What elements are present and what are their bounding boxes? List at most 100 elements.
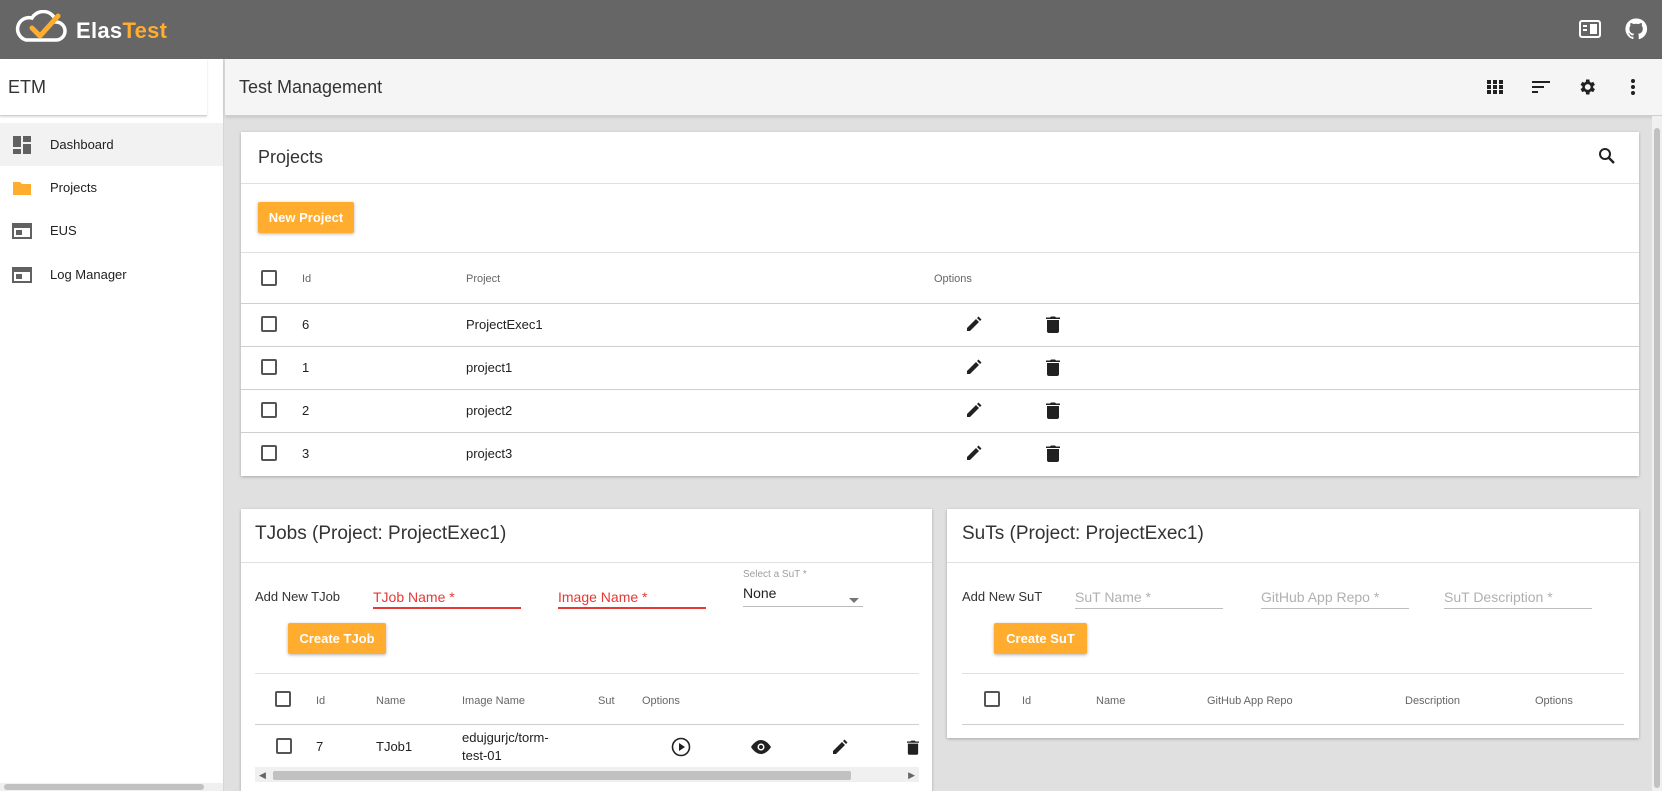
sidebar-item-label: Log Manager (50, 267, 127, 282)
sidebar-title: ETM (0, 59, 207, 116)
delete-icon[interactable] (1041, 441, 1065, 465)
project-name[interactable]: project1 (466, 360, 512, 375)
select-all-checkbox[interactable] (984, 691, 1000, 707)
tjobs-card: TJobs (Project: ProjectExec1) Add New TJ… (241, 509, 932, 791)
web-window-icon (12, 265, 32, 285)
sidebar-item-label: Dashboard (50, 137, 114, 152)
delete-icon[interactable] (1041, 312, 1065, 336)
column-header-github-repo: GitHub App Repo (1207, 695, 1293, 707)
sort-icon[interactable] (1529, 75, 1553, 99)
image-name-input[interactable] (558, 587, 706, 607)
sut-description-input[interactable] (1444, 587, 1592, 607)
divider (241, 432, 1639, 433)
sidebar-item-eus[interactable]: EUS (0, 209, 223, 252)
edit-icon[interactable] (828, 735, 852, 759)
scrollbar-thumb[interactable] (1654, 128, 1660, 788)
page-toolbar: Test Management (225, 59, 1662, 116)
delete-icon[interactable] (907, 735, 919, 759)
image-name-field[interactable] (558, 587, 706, 609)
github-repo-field[interactable] (1261, 587, 1409, 609)
divider (241, 303, 1639, 304)
sut-select[interactable]: None (743, 585, 863, 607)
column-header-options: Options (934, 273, 972, 285)
divider (255, 724, 919, 725)
row-checkbox[interactable] (276, 738, 292, 754)
column-header-options: Options (642, 695, 680, 707)
sut-description-field[interactable] (1444, 587, 1592, 609)
delete-icon[interactable] (1041, 355, 1065, 379)
projects-title: Projects (258, 147, 324, 167)
edit-icon[interactable] (962, 441, 986, 465)
more-vert-icon[interactable] (1621, 75, 1645, 99)
delete-icon[interactable] (1041, 398, 1065, 422)
image-name-line: edujgurjc/torm- (462, 730, 549, 745)
page-title: Test Management (239, 77, 383, 97)
divider (962, 724, 1624, 725)
elastest-logo[interactable]: ElasTest (14, 9, 168, 51)
select-all-checkbox[interactable] (261, 270, 277, 286)
tjobs-title: TJobs (Project: ProjectExec1) (255, 523, 507, 544)
scrollbar-thumb[interactable] (273, 771, 851, 780)
divider (241, 389, 1639, 390)
app-name: ElasTest (76, 17, 168, 43)
divider (947, 562, 1639, 563)
page-scrollbar[interactable] (1652, 116, 1662, 791)
suts-card: SuTs (Project: ProjectExec1) Add New SuT… (947, 509, 1639, 738)
scrollbar-thumb[interactable] (4, 784, 204, 790)
view-icon[interactable] (749, 735, 773, 759)
column-header-name: Name (1096, 695, 1126, 707)
github-repo-input[interactable] (1261, 587, 1409, 607)
tjobs-table-scrollbar[interactable]: ◀ ▶ (255, 767, 919, 782)
column-header-id: Id (1022, 695, 1032, 707)
sut-name-field[interactable] (1075, 587, 1223, 609)
sidebar-item-projects[interactable]: Projects (0, 166, 223, 209)
column-header-project: Project (466, 273, 501, 285)
sidebar-scrollbar[interactable] (0, 783, 223, 791)
divider (241, 183, 1639, 184)
grid-view-icon[interactable] (1483, 75, 1507, 99)
top-app-bar: ElasTest (0, 0, 1662, 59)
scroll-right-icon[interactable]: ▶ (908, 770, 915, 781)
column-header-id: Id (316, 695, 326, 707)
dashboard-panel-icon[interactable] (1577, 16, 1603, 42)
tjob-name-input[interactable] (373, 587, 521, 607)
column-header-name: Name (376, 695, 406, 707)
run-icon[interactable] (669, 735, 693, 759)
tjob-name[interactable]: TJob1 (376, 739, 412, 754)
sidebar-item-log-manager[interactable]: Log Manager (0, 253, 223, 296)
sidebar-item-dashboard[interactable]: Dashboard (0, 123, 223, 166)
project-name[interactable]: ProjectExec1 (466, 317, 543, 332)
sut-select-label: Select a SuT * (743, 569, 807, 580)
search-icon[interactable] (1595, 144, 1619, 168)
tjob-image-name: edujgurjc/torm- test-01 (462, 729, 549, 765)
select-all-checkbox[interactable] (275, 691, 291, 707)
row-checkbox[interactable] (261, 359, 277, 375)
edit-icon[interactable] (962, 312, 986, 336)
row-checkbox[interactable] (261, 316, 277, 332)
project-name[interactable]: project2 (466, 403, 512, 418)
project-id: 6 (302, 317, 310, 332)
project-id: 1 (302, 360, 310, 375)
tjob-id: 7 (316, 739, 324, 754)
dashboard-icon (12, 135, 32, 155)
sut-select-value: None (743, 585, 777, 601)
new-project-button[interactable]: New Project (258, 202, 354, 233)
sut-name-input[interactable] (1075, 587, 1223, 607)
tjob-name-field[interactable] (373, 587, 521, 609)
edit-icon[interactable] (962, 398, 986, 422)
project-id: 2 (302, 403, 310, 418)
settings-icon[interactable] (1575, 75, 1599, 99)
divider (255, 673, 919, 674)
edit-icon[interactable] (962, 355, 986, 379)
scroll-left-icon[interactable]: ◀ (259, 770, 266, 781)
divider (241, 252, 1639, 253)
image-name-line: test-01 (462, 748, 502, 763)
github-icon[interactable] (1623, 16, 1649, 42)
create-sut-button[interactable]: Create SuT (994, 623, 1087, 654)
column-header-description: Description (1405, 695, 1461, 707)
row-checkbox[interactable] (261, 445, 277, 461)
column-header-sut: Sut (598, 695, 615, 707)
create-tjob-button[interactable]: Create TJob (288, 623, 386, 654)
row-checkbox[interactable] (261, 402, 277, 418)
project-name[interactable]: project3 (466, 446, 512, 461)
